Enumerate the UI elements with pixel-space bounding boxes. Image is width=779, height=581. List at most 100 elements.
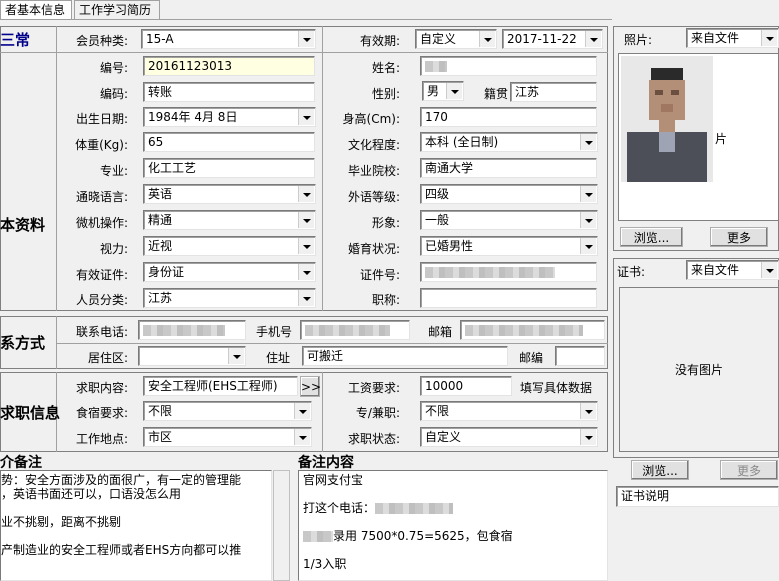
board-select[interactable]: 不限 <box>143 401 312 421</box>
computer-label: 微机操作: <box>75 216 128 230</box>
school-input[interactable]: 南通大学 <box>420 158 597 178</box>
remark-line <box>303 543 603 557</box>
parttime-select[interactable]: 不限 <box>420 401 598 421</box>
grid-divider <box>56 343 608 344</box>
remark-line <box>303 515 603 529</box>
code-input[interactable]: 转账 <box>143 82 315 102</box>
salary-label: 工资要求: <box>347 381 400 395</box>
photo-label: 照片: <box>624 33 653 47</box>
phone-label: 联系电话: <box>75 325 128 339</box>
member-type-select[interactable]: 15-A <box>141 29 316 49</box>
marital-select[interactable]: 已婚男性 <box>420 236 598 256</box>
grid-divider <box>0 52 608 53</box>
chevron-down-icon <box>580 212 596 228</box>
postcode-label: 邮编 <box>519 351 544 365</box>
major-input[interactable]: 化工工艺 <box>143 158 315 178</box>
tab-basic-info[interactable]: 者基本信息 <box>0 0 72 20</box>
intro-line <box>1 501 267 515</box>
person-photo-icon <box>621 56 713 182</box>
gender-label: 性别: <box>371 87 400 101</box>
intro-textarea[interactable]: 势：安全方面涉及的面很广，有一定的管理能 ，英语书面还可以，口语没怎么用 业不挑… <box>0 470 272 581</box>
certificate-browse-button[interactable]: 浏览... <box>631 460 689 480</box>
intro-line: 产制造业的安全工程师或者EHS方向都可以推 <box>1 543 242 557</box>
chevron-down-icon <box>479 31 495 47</box>
chevron-down-icon <box>298 212 314 228</box>
chevron-down-icon <box>298 186 314 202</box>
photo-more-button[interactable]: 更多 <box>710 227 768 247</box>
certificate-description-input[interactable]: 证书说明 <box>616 486 779 507</box>
remark-line: 打这个电话： <box>303 501 603 515</box>
height-input[interactable]: 170 <box>420 107 597 127</box>
major-label: 专业: <box>99 164 128 178</box>
district-label: 居住区: <box>87 351 128 365</box>
status-label: 求职状态: <box>347 432 400 446</box>
birth-date-picker[interactable]: 1984年 4月 8日 <box>143 107 316 127</box>
id-no-label: 证件号: <box>359 268 400 282</box>
number-label: 编号: <box>99 61 128 75</box>
address-label: 住址 <box>266 351 291 365</box>
computer-select[interactable]: 精通 <box>143 210 316 230</box>
remark-line <box>303 487 603 501</box>
status-select[interactable]: 自定义 <box>420 427 598 447</box>
redacted-block <box>305 325 390 336</box>
name-input[interactable] <box>420 56 597 76</box>
id-type-select[interactable]: 身份证 <box>143 262 316 282</box>
certificate-source-select[interactable]: 来自文件 <box>686 260 779 280</box>
phone-input[interactable] <box>138 320 246 340</box>
certificate-more-button[interactable]: 更多 <box>720 460 778 480</box>
gender-select[interactable]: 男 <box>422 81 464 101</box>
image-label: 形象: <box>371 216 400 230</box>
email-input[interactable] <box>460 320 605 340</box>
chevron-down-icon <box>580 403 596 419</box>
certificate-image-frame: 没有图片 <box>619 287 779 452</box>
education-label: 文化程度: <box>347 138 400 152</box>
vision-select[interactable]: 近视 <box>143 236 316 256</box>
id-no-input[interactable] <box>420 262 597 282</box>
redacted-block <box>465 325 583 336</box>
redacted-block <box>425 267 555 278</box>
redacted-block <box>143 325 225 336</box>
location-select[interactable]: 市区 <box>143 427 312 447</box>
redacted-block <box>425 61 447 72</box>
origin-input[interactable]: 江苏 <box>510 82 597 102</box>
mobile-label: 手机号 <box>256 325 293 339</box>
chevron-down-icon <box>228 348 244 364</box>
photo-browse-button[interactable]: 浏览... <box>620 227 683 247</box>
validity-mode-select[interactable]: 自定义 <box>415 29 497 49</box>
section-title-contact: 系方式 <box>0 334 46 352</box>
member-type-label: 会员种类: <box>75 34 128 48</box>
category-label: 人员分类: <box>75 293 128 307</box>
grid-divider <box>322 26 323 311</box>
language-select[interactable]: 英语 <box>143 184 316 204</box>
intro-scrollbar[interactable] <box>273 470 290 581</box>
weight-input[interactable]: 65 <box>143 132 315 152</box>
position-more-button[interactable]: >> <box>300 376 321 397</box>
foreign-level-select[interactable]: 四级 <box>420 184 598 204</box>
photo-source-select[interactable]: 来自文件 <box>686 28 779 48</box>
title-label: 职称: <box>371 293 400 307</box>
education-select[interactable]: 本科 (全日制) <box>420 132 598 152</box>
category-select[interactable]: 江苏 <box>143 288 316 308</box>
mobile-input[interactable] <box>300 320 410 340</box>
validity-date-picker[interactable]: 2017-11-22 <box>502 29 603 49</box>
remark-line: 1/3入职 <box>303 557 347 571</box>
remarks-textarea[interactable]: 官网支付宝 打这个电话： 录用 7500*0.75=5625，包食宿 1/3入职 <box>298 470 608 581</box>
tab-work-history[interactable]: 工作学习简历 <box>74 0 160 19</box>
marital-label: 婚育状况: <box>347 242 400 256</box>
redacted-block <box>375 503 454 514</box>
address-input[interactable]: 可搬迁 <box>302 346 508 366</box>
location-label: 工作地点: <box>75 432 128 446</box>
parttime-label: 专/兼职: <box>355 406 400 420</box>
district-select[interactable] <box>138 346 246 366</box>
intro-line: ，英语书面还可以，口语没怎么用 <box>1 487 182 501</box>
title-input[interactable] <box>420 288 597 308</box>
chevron-down-icon <box>761 262 777 278</box>
salary-input[interactable]: 10000 <box>420 376 512 396</box>
intro-line <box>1 529 267 543</box>
position-input[interactable]: 安全工程师(EHS工程师) <box>143 376 298 396</box>
number-input[interactable]: 20161123013 <box>143 56 315 76</box>
postcode-input[interactable] <box>555 346 605 366</box>
image-select[interactable]: 一般 <box>420 210 598 230</box>
email-label: 邮箱 <box>428 325 453 339</box>
validity-label: 有效期: <box>359 34 400 48</box>
